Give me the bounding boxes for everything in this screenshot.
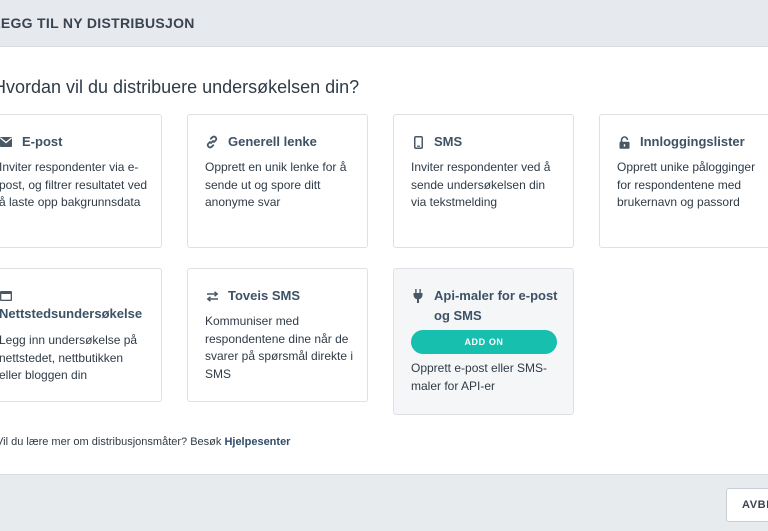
mobile-phone-icon bbox=[411, 134, 425, 150]
browser-window-icon bbox=[0, 288, 13, 304]
card-description: Opprett en unik lenke for å sende ut og … bbox=[205, 160, 347, 209]
card-title: SMS bbox=[434, 134, 463, 149]
option-card-sms[interactable]: SMS Inviter respondenter ved å sende und… bbox=[393, 114, 574, 248]
envelope-icon bbox=[0, 134, 13, 150]
add-on-badge: ADD ON bbox=[411, 330, 557, 354]
card-description: Opprett unike pålogginger for respondent… bbox=[617, 160, 756, 209]
card-description: Inviter respondenter via e-post, og filt… bbox=[0, 160, 148, 209]
card-description: Kommuniser med respondentene dine når de… bbox=[205, 314, 354, 381]
option-card-login-lists[interactable]: Innloggingslister Opprett unike påloggin… bbox=[599, 114, 768, 248]
two-way-arrows-icon bbox=[205, 288, 219, 304]
plug-icon bbox=[411, 288, 425, 304]
option-card-email[interactable]: E-post Inviter respondenter via e-post, … bbox=[0, 114, 162, 248]
option-card-website-survey[interactable]: Nettstedsundersøkelse Legg inn undersøke… bbox=[0, 268, 162, 402]
option-card-api-templates[interactable]: Api-maler for e-post og SMS ADD ON Oppre… bbox=[393, 268, 574, 415]
distribution-question: Hvordan vil du distribuere undersøkelsen… bbox=[0, 77, 360, 97]
help-prefix: Vil du lære mer om distribusjonsmåter? B… bbox=[0, 436, 225, 448]
option-card-general-link[interactable]: Generell lenke Opprett en unik lenke for… bbox=[187, 114, 368, 248]
cancel-button[interactable]: AVBRYT bbox=[726, 488, 768, 522]
link-icon bbox=[205, 134, 219, 150]
lock-icon bbox=[617, 134, 631, 150]
card-description: Inviter respondenter ved å sende undersø… bbox=[411, 160, 551, 209]
help-text: Vil du lære mer om distribusjonsmåter? B… bbox=[0, 436, 290, 448]
dialog-footer: AVBRYT bbox=[0, 474, 768, 531]
card-title: Nettstedsundersøkelse bbox=[0, 306, 143, 321]
card-title: Generell lenke bbox=[228, 134, 317, 149]
card-title: Toveis SMS bbox=[228, 288, 301, 303]
card-title: Innloggingslister bbox=[640, 134, 745, 149]
card-title: E-post bbox=[22, 134, 63, 149]
card-description: Opprett e-post eller SMS-maler for API-e… bbox=[411, 361, 548, 393]
dialog-header: LEGG TIL NY DISTRIBUSJON bbox=[0, 0, 768, 47]
dialog-title: LEGG TIL NY DISTRIBUSJON bbox=[0, 15, 195, 31]
card-title: Api-maler for e-post og SMS bbox=[434, 288, 558, 323]
option-card-two-way-sms[interactable]: Toveis SMS Kommuniser med respondentene … bbox=[187, 268, 368, 402]
card-description: Legg inn undersøkelse på nettstedet, net… bbox=[0, 333, 138, 382]
help-center-link[interactable]: Hjelpesenter bbox=[224, 436, 290, 448]
